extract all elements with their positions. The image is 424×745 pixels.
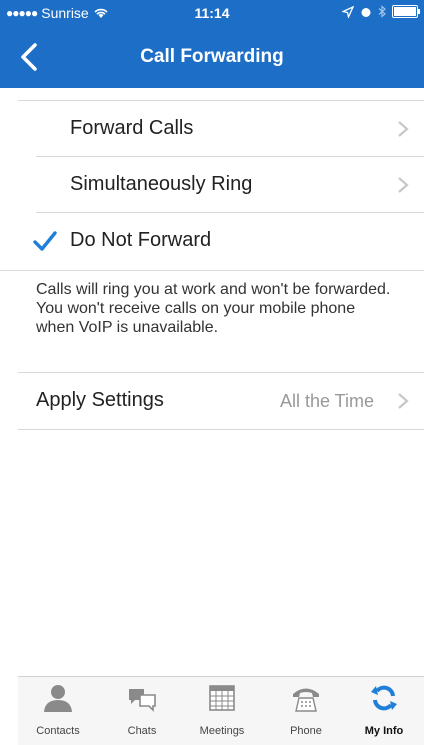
tab-label: Contacts xyxy=(36,725,80,737)
nav-bar: Call Forwarding xyxy=(0,28,424,88)
divider xyxy=(18,429,424,430)
chevron-right-icon xyxy=(398,121,409,137)
battery-icon xyxy=(392,5,420,18)
top-bar: ●●●●● Sunrise 11:14 Call Forwarding xyxy=(0,0,424,88)
tab-label: Meetings xyxy=(199,725,245,737)
tab-chats[interactable]: Chats xyxy=(102,677,182,745)
sync-arrows-icon xyxy=(371,685,397,711)
alarm-icon xyxy=(361,7,371,17)
option-label: Forward Calls xyxy=(70,117,194,139)
checkmark-icon xyxy=(33,231,57,251)
tab-my-info[interactable]: My Info xyxy=(344,677,424,745)
option-description: Calls will ring you at work and won't be… xyxy=(36,281,391,336)
chevron-right-icon xyxy=(398,177,409,193)
apply-settings-label: Apply Settings xyxy=(36,389,164,411)
calendar-icon xyxy=(209,685,235,711)
location-arrow-icon xyxy=(342,5,354,18)
tab-contacts[interactable]: Contacts xyxy=(18,677,98,745)
apply-settings-row[interactable]: Apply Settings All the Time xyxy=(0,373,424,429)
option-label: Simultaneously Ring xyxy=(70,173,253,195)
tab-meetings[interactable]: Meetings xyxy=(182,677,262,745)
option-label: Do Not Forward xyxy=(70,229,212,251)
page-title: Call Forwarding xyxy=(140,46,284,67)
status-icons xyxy=(342,5,420,18)
phone-icon xyxy=(293,688,319,712)
chevron-right-icon xyxy=(398,393,409,409)
tab-label: Phone xyxy=(290,725,322,737)
chat-bubbles-icon xyxy=(129,689,156,712)
tab-label: Chats xyxy=(127,725,157,737)
option-do-not-forward[interactable]: Do Not Forward xyxy=(0,213,424,269)
tab-label: My Info xyxy=(364,725,404,737)
option-simultaneously-ring[interactable]: Simultaneously Ring xyxy=(0,157,424,213)
apply-settings-value: All the Time xyxy=(279,391,374,411)
option-forward-calls[interactable]: Forward Calls xyxy=(0,101,424,157)
person-icon xyxy=(44,685,72,712)
bluetooth-icon xyxy=(378,5,386,18)
tab-bar: Contacts Chats Meetings Phone My Info xyxy=(18,676,424,745)
divider xyxy=(0,270,424,271)
tab-phone[interactable]: Phone xyxy=(266,677,346,745)
status-bar: ●●●●● Sunrise 11:14 xyxy=(0,0,424,28)
